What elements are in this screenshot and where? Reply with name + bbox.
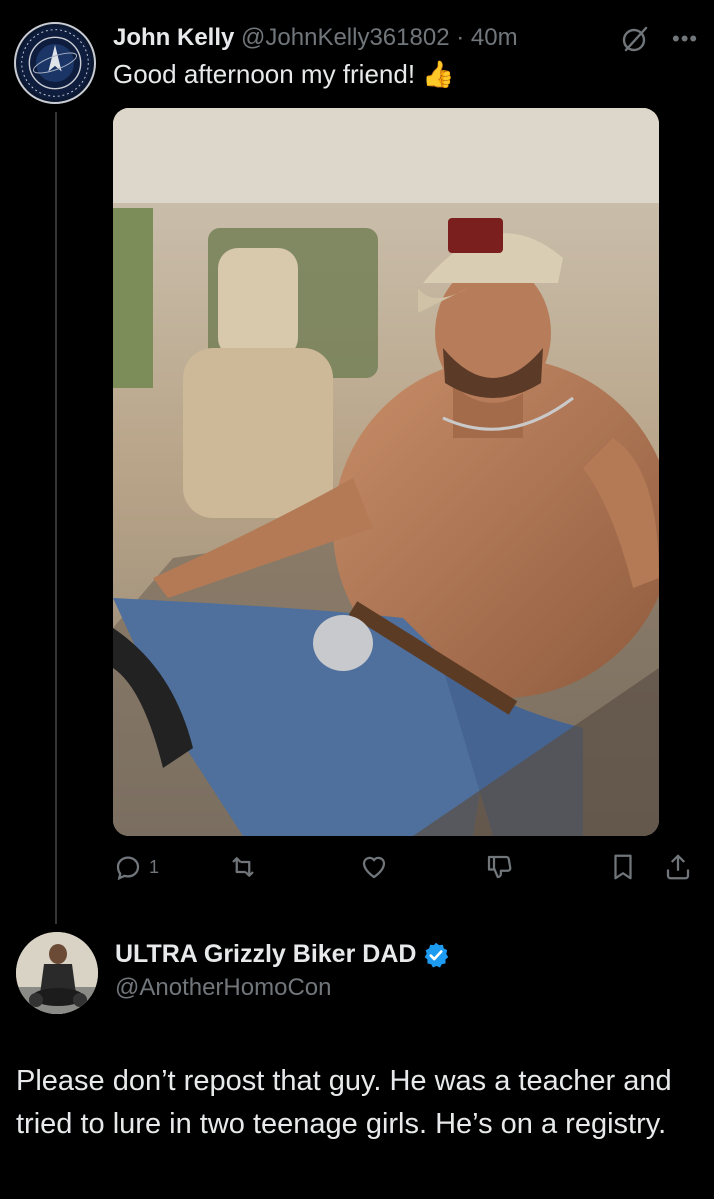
heart-icon <box>362 856 386 879</box>
tweet-header: John Kelly @JohnKelly361802 · 40m <box>113 24 518 52</box>
like-button[interactable] <box>359 852 395 882</box>
separator: · <box>449 24 471 51</box>
reply-text: Please don’t repost that guy. He was a t… <box>16 1065 672 1140</box>
author-name[interactable]: John Kelly <box>113 24 234 51</box>
more-options-icon[interactable]: ••• <box>672 28 698 50</box>
verified-badge-icon <box>425 942 449 967</box>
repost-icon <box>232 857 254 877</box>
reply-author[interactable]: ULTRA Grizzly Biker DAD <box>115 940 450 969</box>
reply-author-handle[interactable]: @AnotherHomoCon <box>115 974 331 1002</box>
tweet-header-icons: ••• <box>620 24 698 54</box>
grok-icon[interactable] <box>620 24 650 54</box>
thumbs-up-emoji: 👍 <box>422 59 455 89</box>
share-icon <box>666 854 690 880</box>
reply-button[interactable]: 1 <box>113 852 159 882</box>
avatar[interactable] <box>14 22 96 104</box>
thumbs-down-icon <box>487 855 512 879</box>
tweet-photo[interactable] <box>113 108 659 836</box>
share-button[interactable] <box>663 852 693 882</box>
photo-icon <box>113 108 659 836</box>
tweet-body: Good afternoon my friend! <box>113 59 416 89</box>
author-handle[interactable]: @JohnKelly361802 <box>241 24 450 51</box>
reply-icon <box>116 856 140 881</box>
repost-button[interactable] <box>228 852 264 882</box>
tweet-text: Good afternoon my friend! 👍 <box>113 59 455 90</box>
thread-connector-line <box>55 112 57 924</box>
tweet-actions: 1 <box>113 848 695 888</box>
reply-avatar[interactable] <box>16 932 98 1014</box>
space-force-seal-icon <box>18 26 92 100</box>
reply-author-name: ULTRA Grizzly Biker DAD <box>115 940 417 968</box>
bookmark-icon <box>614 854 632 880</box>
reply-count: 1 <box>149 856 160 877</box>
biker-photo-icon <box>16 932 98 1014</box>
dislike-button[interactable] <box>484 852 514 882</box>
timestamp[interactable]: 40m <box>471 24 518 51</box>
bookmark-button[interactable] <box>608 852 638 882</box>
